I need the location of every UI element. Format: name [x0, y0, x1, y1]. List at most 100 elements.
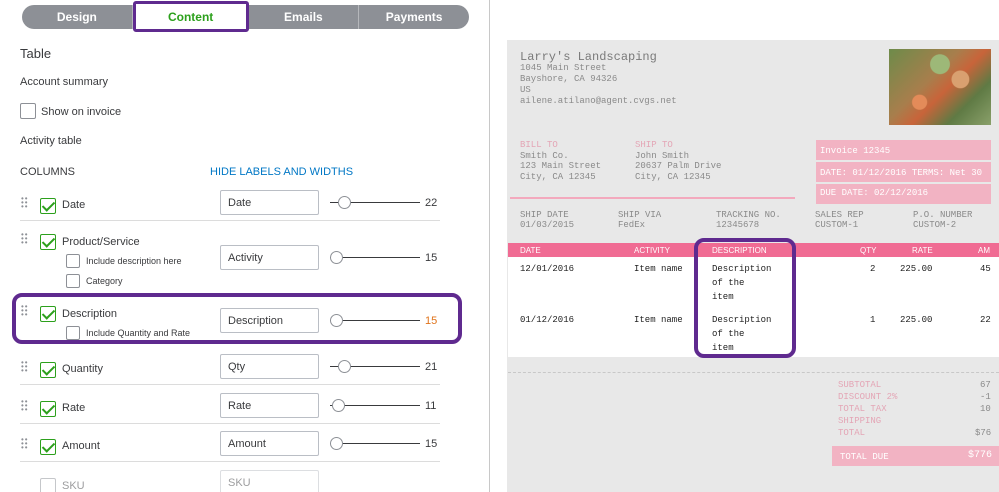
include-description-label: Include description here	[86, 256, 182, 266]
date-column-checkbox[interactable]	[40, 198, 56, 214]
total-label: SHIPPING	[838, 416, 882, 426]
company-address1: 1045 Main Street	[520, 63, 607, 73]
include-description-checkbox[interactable]	[66, 254, 80, 268]
tab-emails[interactable]: Emails	[249, 5, 360, 29]
ship-value: CUSTOM-2	[913, 220, 957, 230]
bill-to-line: 123 Main Street	[520, 161, 602, 171]
ship-header: SHIP VIA	[618, 210, 662, 220]
total-value: $76	[975, 428, 992, 438]
total-label: TOTAL	[838, 428, 866, 438]
total-value: -1	[980, 392, 991, 402]
hide-labels-link[interactable]: HIDE LABELS AND WIDTHS	[210, 166, 353, 178]
company-country: US	[520, 85, 531, 95]
account-summary-heading: Account summary	[20, 76, 109, 88]
rate-checkbox[interactable]	[40, 401, 56, 417]
amount-width-value: 15	[425, 438, 438, 450]
amount-checkbox[interactable]	[40, 439, 56, 455]
divider	[20, 220, 440, 221]
date-column-label: Date	[62, 199, 86, 211]
total-label: DISCOUNT 2%	[838, 392, 898, 402]
description-column-highlight	[694, 238, 796, 358]
tab-design[interactable]: Design	[22, 5, 133, 29]
company-logo	[889, 49, 991, 125]
due-date: DUE DATE: 02/12/2016	[820, 188, 929, 198]
total-label: SUBTOTAL	[838, 380, 882, 390]
ship-header: TRACKING NO.	[716, 210, 781, 220]
sku-checkbox[interactable]	[40, 478, 56, 492]
description-row-highlight	[12, 293, 462, 344]
ship-header: SHIP DATE	[520, 210, 569, 220]
ship-value: FedEx	[618, 220, 646, 230]
item-activity: Item name	[634, 315, 683, 325]
quantity-width-slider[interactable]	[330, 359, 420, 373]
rate-width-slider[interactable]	[330, 398, 420, 412]
product-width-value: 15	[425, 252, 438, 264]
total-due-label: TOTAL DUE	[840, 452, 889, 462]
divider	[20, 384, 440, 385]
rate-label: Rate	[62, 402, 86, 414]
drag-handle-icon[interactable]	[21, 233, 31, 245]
ship-header: P.O. NUMBER	[913, 210, 973, 220]
rate-label-input[interactable]	[220, 393, 319, 418]
date-width-value: 22	[425, 197, 438, 209]
amount-width-slider[interactable]	[330, 436, 420, 450]
ship-to-label: SHIP TO	[635, 140, 673, 150]
show-on-invoice-checkbox[interactable]	[20, 103, 36, 119]
activity-table-heading: Activity table	[20, 135, 82, 147]
date-width-slider[interactable]	[330, 195, 420, 209]
ship-value: 01/03/2015	[520, 220, 575, 230]
company-name: Larry's Landscaping	[520, 50, 657, 64]
divider	[20, 461, 440, 462]
tab-payments[interactable]: Payments	[359, 5, 469, 29]
sku-label-input[interactable]	[220, 470, 319, 492]
category-label: Category	[86, 276, 123, 286]
product-width-slider[interactable]	[330, 250, 420, 264]
category-checkbox[interactable]	[66, 274, 80, 288]
ship-header: SALES REP	[815, 210, 864, 220]
col-header-qty: QTY	[860, 246, 877, 255]
bill-to-line: City, CA 12345	[520, 172, 596, 182]
totals-area	[508, 372, 999, 492]
sku-label: SKU	[62, 480, 85, 492]
ship-value: 12345678	[716, 220, 760, 230]
drag-handle-icon[interactable]	[21, 438, 31, 450]
product-label-input[interactable]	[220, 245, 319, 270]
product-service-checkbox[interactable]	[40, 234, 56, 250]
divider	[20, 423, 440, 424]
bill-to-line: Smith Co.	[520, 151, 569, 161]
invoice-date-terms: DATE: 01/12/2016 TERMS: Net 30	[820, 168, 983, 178]
tab-content[interactable]: Content	[132, 1, 249, 32]
ship-value: CUSTOM-1	[815, 220, 859, 230]
quantity-label-input[interactable]	[220, 354, 319, 379]
col-header-rate: RATE	[912, 246, 933, 255]
invoice-number: Invoice 12345	[820, 146, 891, 156]
drag-handle-icon[interactable]	[21, 197, 31, 209]
drag-handle-icon[interactable]	[21, 361, 31, 373]
item-rate: 225.00	[900, 315, 933, 325]
total-value: 67	[980, 380, 991, 390]
company-address2: Bayshore, CA 94326	[520, 74, 618, 84]
item-amount: 45	[980, 264, 991, 274]
ship-to-line: 20637 Palm Drive	[635, 161, 722, 171]
item-qty: 2	[870, 264, 876, 274]
table-heading: Table	[20, 46, 52, 61]
col-header-amount: AM	[978, 246, 990, 255]
item-date: 12/01/2016	[520, 264, 575, 274]
item-qty: 1	[870, 315, 876, 325]
total-label: TOTAL TAX	[838, 404, 887, 414]
amount-label: Amount	[62, 440, 100, 452]
customize-panel: Design Content Emails Payments Table Acc…	[0, 0, 490, 492]
col-header-date: DATE	[520, 246, 541, 255]
amount-label-input[interactable]	[220, 431, 319, 456]
total-value: 10	[980, 404, 991, 414]
item-amount: 22	[980, 315, 991, 325]
drag-handle-icon[interactable]	[21, 400, 31, 412]
date-label-input[interactable]	[220, 190, 319, 215]
rate-width-value: 11	[425, 400, 437, 412]
company-email: ailene.atilano@agent.cvgs.net	[520, 96, 677, 106]
total-due-value: $776	[968, 450, 993, 461]
quantity-width-value: 21	[425, 361, 438, 373]
columns-label: COLUMNS	[20, 166, 76, 178]
ship-to-line: City, CA 12345	[635, 172, 711, 182]
quantity-checkbox[interactable]	[40, 362, 56, 378]
